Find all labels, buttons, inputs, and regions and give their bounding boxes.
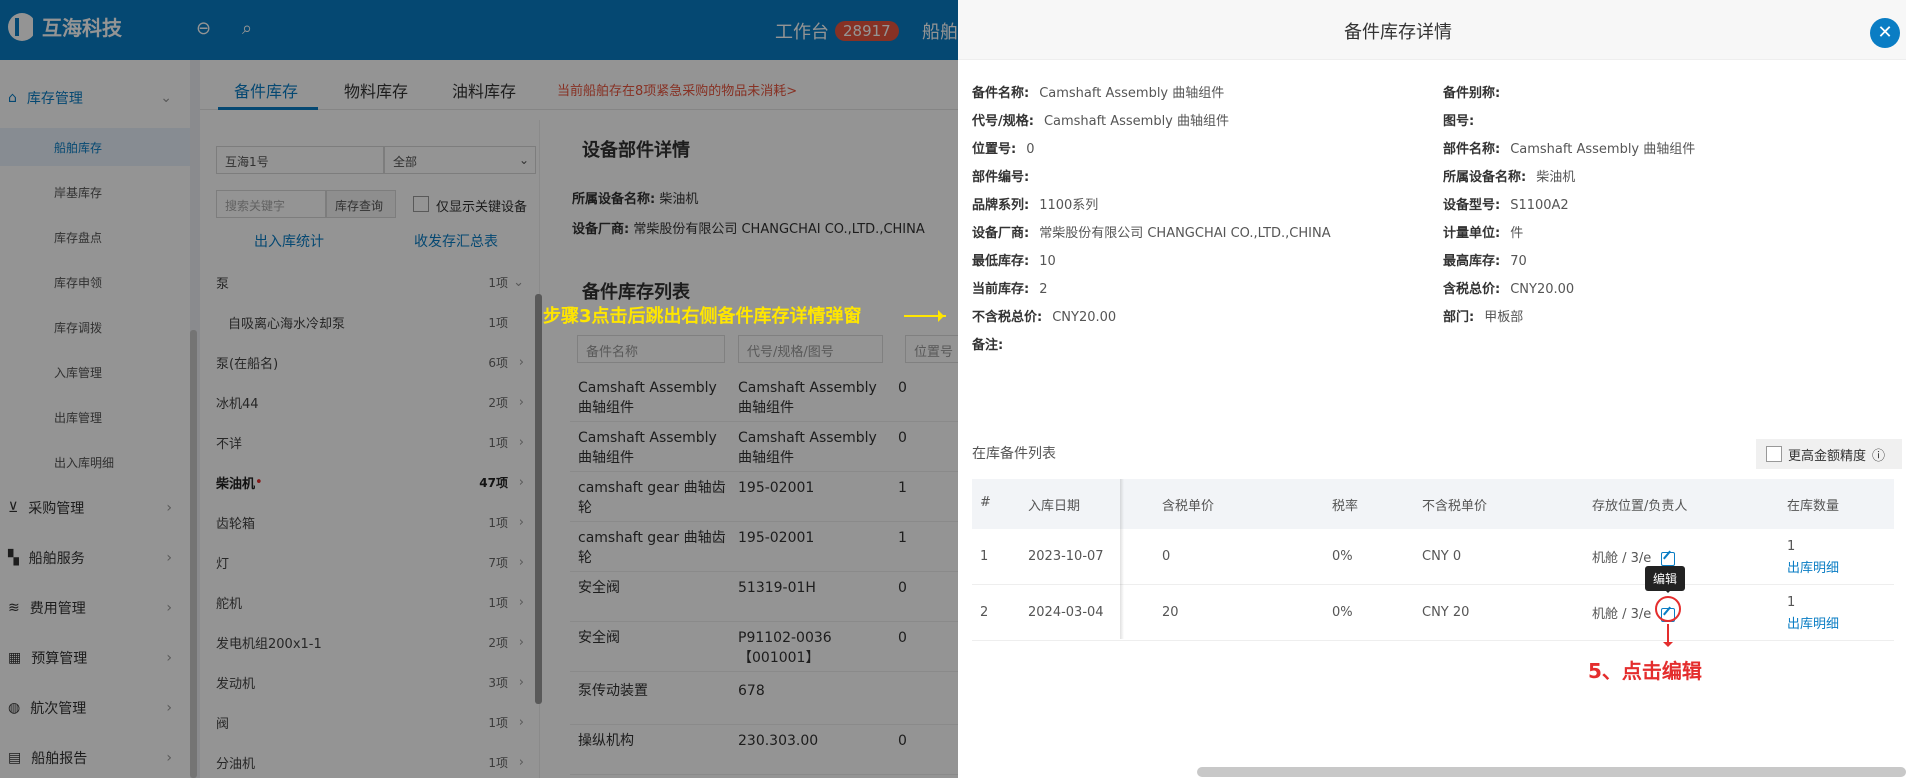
field-value: 柴油机: [1536, 170, 1576, 185]
detail-field: 部件名称: Camshaft Assembly 曲轴组件: [1443, 138, 1695, 157]
col-price-tax: 含税单价: [1162, 499, 1215, 514]
detail-field: 图号:: [1443, 110, 1484, 129]
cell-qty: 1: [1787, 539, 1796, 554]
field-value: 2: [1039, 282, 1048, 297]
field-value: 件: [1510, 226, 1524, 241]
field-label: 备件名称:: [972, 86, 1030, 101]
stock-table-row: 1 2023-10-07 0 0% CNY 0 机舱 / 3/e 1 出库明细: [972, 529, 1894, 585]
field-value: 10: [1039, 254, 1056, 269]
detail-field: 最高库存: 70: [1443, 250, 1527, 269]
col-index: #: [980, 495, 991, 510]
spare-stock-detail-drawer: 备件库存详情 ✕ 备件名称: Camshaft Assembly 曲轴组件 代号/规…: [958, 0, 1906, 778]
location-text: 机舱 / 3/e: [1592, 607, 1652, 622]
edit-tooltip: 编辑: [1645, 566, 1686, 593]
field-label: 备注:: [972, 338, 1004, 353]
field-value: 70: [1510, 254, 1527, 269]
cell-price-notax: CNY 20: [1422, 605, 1470, 620]
drawer-horizontal-scrollbar[interactable]: [1197, 767, 1906, 777]
field-label: 最高库存:: [1443, 254, 1501, 269]
stock-list-title: 在库备件列表: [972, 446, 1056, 462]
info-icon: ⓘ: [1872, 448, 1886, 464]
field-label: 部件编号:: [972, 170, 1030, 185]
cell-price-notax: CNY 0: [1422, 549, 1462, 564]
field-label: 图号:: [1443, 114, 1475, 129]
col-qty: 在库数量: [1787, 499, 1840, 514]
field-value: 常柴股份有限公司 CHANGCHAI CO.,LTD.,CHINA: [1039, 226, 1331, 241]
cell-idx: 1: [980, 549, 989, 564]
detail-field: 部门: 甲板部: [1443, 306, 1523, 325]
field-value: CNY20.00: [1510, 282, 1575, 297]
drawer-header: 备件库存详情 ✕: [958, 0, 1906, 60]
field-label: 最低库存:: [972, 254, 1030, 269]
cell-date: 2023-10-07: [1028, 549, 1104, 564]
col-rate: 税率: [1332, 499, 1359, 514]
step5-annotation: 5、点击编辑: [1588, 659, 1702, 683]
arrow-right-icon: [904, 310, 946, 322]
detail-field: 备注:: [972, 334, 1013, 353]
cell-price-tax: 0: [1162, 549, 1171, 564]
cell-rate: 0%: [1332, 605, 1353, 620]
detail-field: 备件别称:: [1443, 82, 1510, 101]
field-label: 部件名称:: [1443, 142, 1501, 157]
field-label: 含税总价:: [1443, 282, 1501, 297]
detail-field: 所属设备名称: 柴油机: [1443, 166, 1575, 185]
field-label: 所属设备名称:: [1443, 170, 1527, 185]
cell-rate: 0%: [1332, 549, 1353, 564]
cell-qty: 1: [1787, 595, 1796, 610]
stock-table-header: # 入库日期 含税单价 税率 不含税单价 存放位置/负责人 在库数量: [972, 479, 1894, 529]
field-value: 0: [1026, 142, 1035, 157]
field-label: 设备型号:: [1443, 198, 1501, 213]
cell-price-tax: 20: [1162, 605, 1179, 620]
field-label: 部门:: [1443, 310, 1475, 325]
field-label: 代号/规格:: [972, 114, 1034, 129]
field-value: Camshaft Assembly 曲轴组件: [1043, 114, 1230, 129]
field-label: 设备厂商:: [972, 226, 1030, 241]
arrow-down-icon: [1663, 624, 1673, 647]
field-label: 品牌系列:: [972, 198, 1030, 213]
outbound-detail-link[interactable]: 出库明细: [1787, 613, 1839, 632]
stock-table-row: 2 2024-03-04 20 0% CNY 20 机舱 / 3/e 1 出库明细: [972, 585, 1894, 641]
field-label: 备件别称:: [1443, 86, 1501, 101]
modal-overlay[interactable]: [0, 0, 958, 778]
field-label: 计量单位:: [1443, 226, 1501, 241]
precision-toggle[interactable]: 更高金额精度 ⓘ: [1756, 439, 1902, 469]
precision-label: 更高金额精度: [1788, 448, 1867, 464]
col-date: 入库日期: [1028, 499, 1081, 514]
fixed-column-shadow: [1120, 479, 1124, 639]
field-value: 甲板部: [1484, 310, 1524, 325]
cell-idx: 2: [980, 605, 989, 620]
col-price-notax: 不含税单价: [1422, 499, 1488, 514]
detail-field: 设备厂商: 常柴股份有限公司 CHANGCHAI CO.,LTD.,CHINA: [972, 222, 1331, 241]
detail-field: 当前库存: 2: [972, 278, 1047, 297]
detail-field: 代号/规格: Camshaft Assembly 曲轴组件: [972, 110, 1229, 129]
detail-field: 最低库存: 10: [972, 250, 1056, 269]
detail-field: 位置号: 0: [972, 138, 1034, 157]
drawer-title: 备件库存详情: [1344, 22, 1452, 43]
close-icon[interactable]: ✕: [1870, 18, 1900, 48]
field-label: 不含税总价:: [972, 310, 1043, 325]
detail-field: 品牌系列: 1100系列: [972, 194, 1098, 213]
cell-location: 机舱 / 3/e: [1592, 547, 1676, 566]
field-value: 1100系列: [1039, 198, 1099, 213]
field-label: 当前库存:: [972, 282, 1030, 297]
location-text: 机舱 / 3/e: [1592, 551, 1652, 566]
field-label: 位置号:: [972, 142, 1017, 157]
field-value: CNY20.00: [1052, 310, 1117, 325]
step3-annotation: 步骤3点击后跳出右侧备件库存详情弹窗: [543, 306, 862, 327]
precision-checkbox[interactable]: [1766, 446, 1782, 462]
field-value: S1100A2: [1510, 198, 1569, 213]
detail-field: 计量单位: 件: [1443, 222, 1523, 241]
detail-field: 设备型号: S1100A2: [1443, 194, 1569, 213]
detail-field: 不含税总价: CNY20.00: [972, 306, 1116, 325]
detail-field: 备件名称: Camshaft Assembly 曲轴组件: [972, 82, 1224, 101]
edit-icon[interactable]: [1661, 551, 1676, 566]
field-value: Camshaft Assembly 曲轴组件: [1510, 142, 1696, 157]
outbound-detail-link[interactable]: 出库明细: [1787, 557, 1839, 576]
detail-field: 部件编号:: [972, 166, 1039, 185]
highlight-circle: [1655, 596, 1681, 622]
field-value: Camshaft Assembly 曲轴组件: [1039, 86, 1225, 101]
col-location: 存放位置/负责人: [1592, 499, 1688, 514]
cell-date: 2024-03-04: [1028, 605, 1104, 620]
detail-field: 含税总价: CNY20.00: [1443, 278, 1574, 297]
